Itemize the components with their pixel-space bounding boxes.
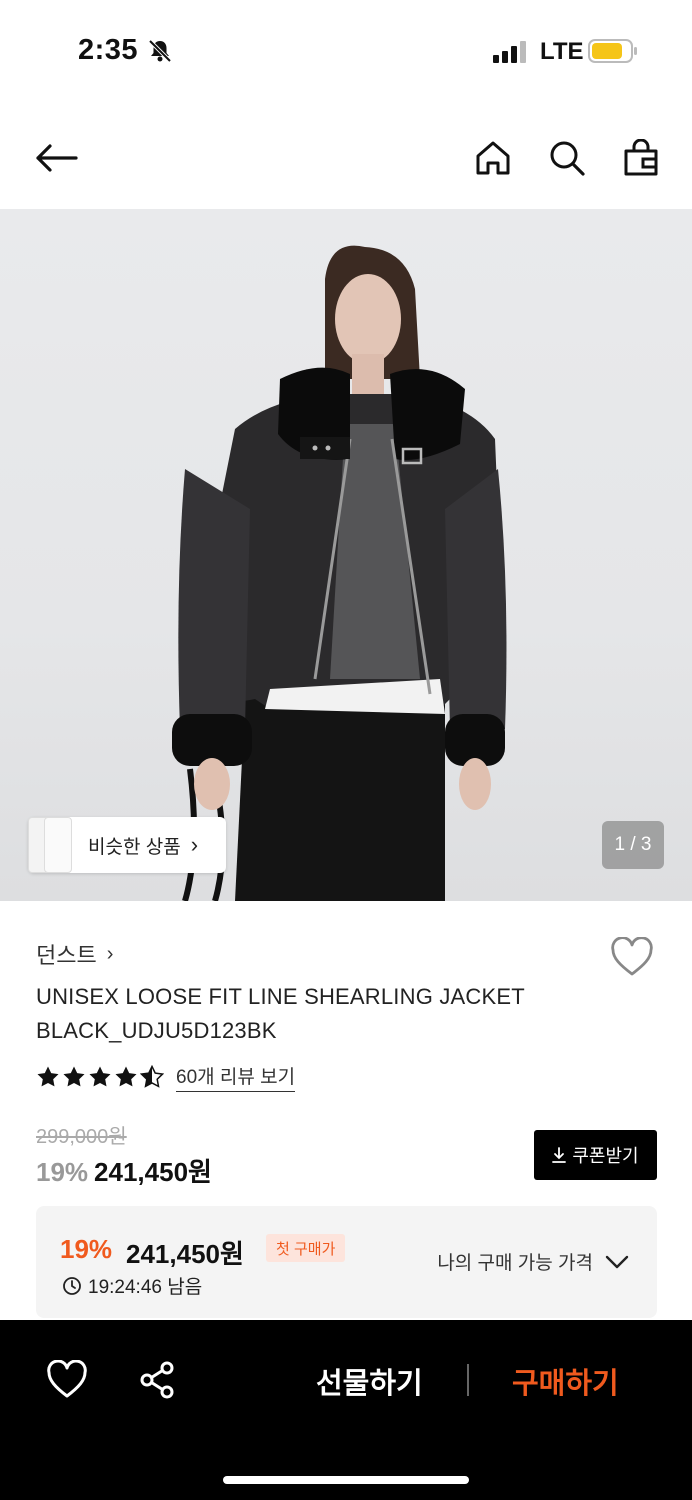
timer-text: 19:24:46 남음 — [88, 1277, 203, 1298]
clock-icon — [63, 1276, 81, 1295]
image-page-indicator: 1 / 3 — [602, 821, 664, 869]
product-detail-page: 2:35 LTE 비슷한 상품 › 1 / 3 던스트 › UNISEX LOO… — [0, 0, 692, 1500]
discount-rate: 19% — [36, 1157, 89, 1187]
price-row: 19% 241,450원 — [36, 1152, 212, 1189]
top-nav — [0, 110, 692, 206]
best-price: 241,450원 — [126, 1239, 244, 1269]
product-title: UNISEX LOOSE FIT LINE SHEARLING JACKET B… — [36, 984, 525, 1043]
countdown-timer: 19:24:46 남음 — [62, 1272, 202, 1299]
star-icon — [89, 1066, 111, 1087]
coupon-label: 쿠폰받기 — [572, 1146, 639, 1166]
product-image-gallery[interactable]: 비슷한 상품 › 1 / 3 — [0, 209, 692, 901]
my-price-toggle[interactable]: 나의 구매 가능 가격 — [437, 1248, 629, 1275]
similar-thumb — [44, 817, 72, 873]
signal-icon — [493, 41, 526, 63]
share-icon[interactable] — [138, 1360, 178, 1400]
best-price-box[interactable]: 19% 241,450원 첫 구매가 19:24:46 남음 나의 구매 가능 … — [36, 1206, 657, 1318]
search-icon — [550, 141, 585, 176]
gift-button[interactable]: 선물하기 — [316, 1360, 423, 1402]
chevron-right-icon: › — [190, 832, 199, 857]
star-icon — [37, 1066, 59, 1087]
buy-button[interactable]: 구매하기 — [512, 1360, 619, 1402]
back-arrow-icon — [36, 144, 78, 172]
brand-link[interactable]: 던스트 › — [36, 938, 113, 970]
cart-button[interactable] — [617, 134, 665, 182]
star-rating — [36, 1065, 164, 1089]
search-button[interactable] — [543, 134, 591, 182]
review-link[interactable]: 60개 리뷰 보기 — [176, 1062, 296, 1092]
wishlist-heart-icon[interactable] — [610, 937, 654, 977]
first-purchase-badge: 첫 구매가 — [266, 1234, 346, 1262]
status-bar: 2:35 LTE — [0, 0, 692, 100]
home-icon — [476, 141, 510, 175]
similar-products-button[interactable]: 비슷한 상품 › — [28, 817, 226, 873]
bottom-action-bar: 선물하기 구매하기 — [0, 1320, 692, 1500]
wishlist-heart-icon[interactable] — [46, 1360, 88, 1400]
divider — [467, 1364, 469, 1396]
back-button[interactable] — [32, 134, 80, 182]
sale-price: 241,450원 — [94, 1157, 212, 1187]
similar-thumbnails — [28, 817, 84, 873]
network-label: LTE — [540, 38, 584, 65]
status-time: 2:35 — [78, 34, 139, 66]
my-price-label: 나의 구매 가능 가격 — [437, 1253, 593, 1274]
home-button[interactable] — [469, 134, 517, 182]
battery-icon — [588, 39, 637, 63]
star-icon — [115, 1066, 137, 1087]
download-icon — [552, 1147, 567, 1163]
star-icon — [63, 1066, 85, 1087]
original-price: 299,000원 — [36, 1126, 127, 1148]
product-photo — [172, 245, 507, 901]
coupon-button[interactable]: 쿠폰받기 — [534, 1130, 657, 1180]
chevron-down-icon — [605, 1255, 629, 1268]
similar-products-label: 비슷한 상품 — [88, 836, 181, 858]
shopping-bag-icon — [624, 139, 658, 176]
rating-row: 60개 리뷰 보기 — [36, 1062, 296, 1092]
best-discount-rate: 19% — [60, 1234, 113, 1264]
home-indicator[interactable] — [223, 1476, 469, 1484]
star-half-icon — [140, 1065, 164, 1088]
brand-name: 던스트 — [36, 943, 97, 968]
bell-slash-icon — [148, 39, 172, 63]
chevron-right-icon: › — [106, 942, 114, 965]
